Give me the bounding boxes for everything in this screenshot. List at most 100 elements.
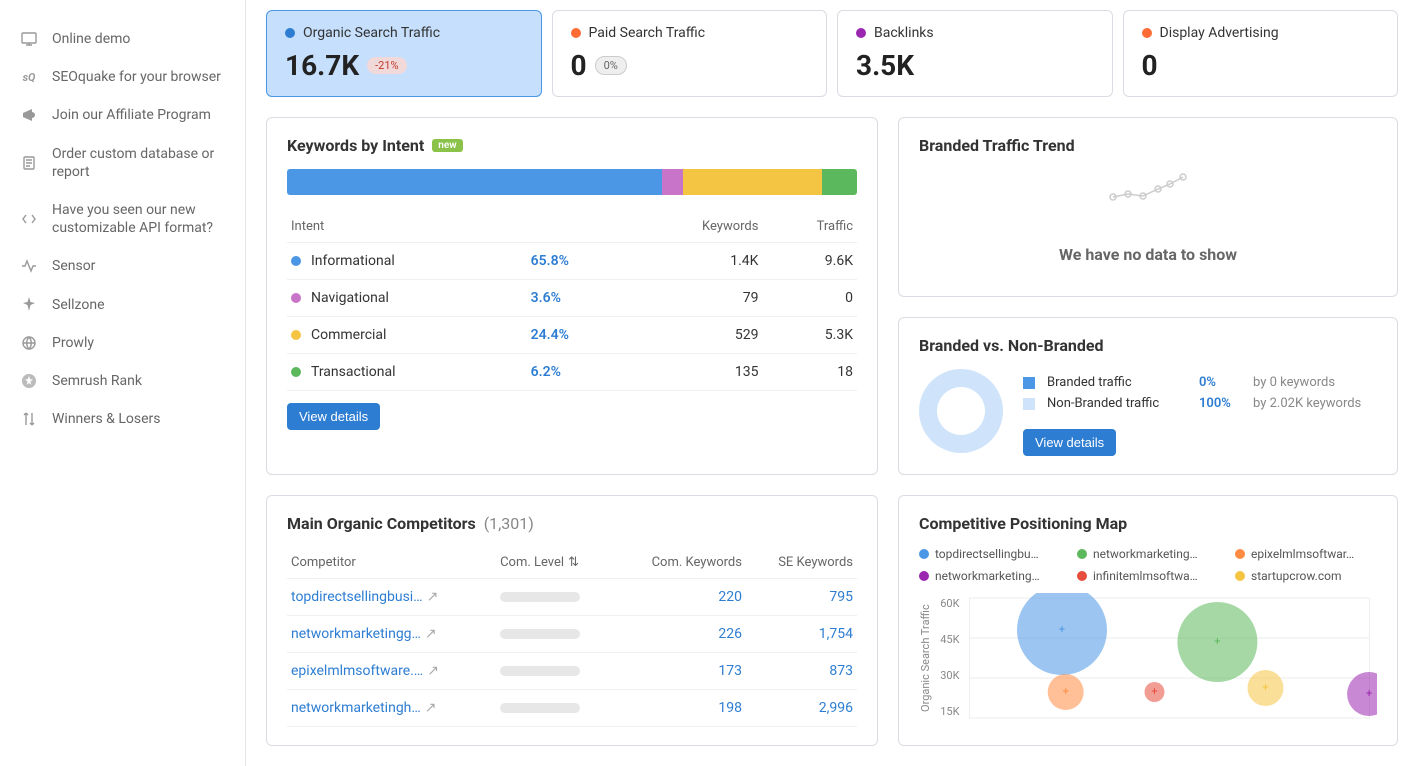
panels-row-1: Keywords by Intent new Intent Keywords T…: [266, 117, 1398, 475]
branded-trend-panel: Branded Traffic Trend We have no data to…: [898, 117, 1398, 297]
ytick: 45K: [940, 633, 959, 646]
sidebar-item-database[interactable]: Order custom database or report: [0, 135, 245, 191]
legend-item: topdirectsellingbu…: [919, 547, 1059, 561]
view-details-button[interactable]: View details: [1023, 429, 1116, 456]
sidebar-item-rank[interactable]: Semrush Rank: [0, 362, 245, 400]
sidebar-item-label: Prowly: [52, 334, 94, 352]
dot-icon: [291, 256, 301, 266]
intent-stacked-bar: [287, 169, 857, 195]
intent-keywords: 135: [625, 354, 762, 391]
bubble[interactable]: [1347, 672, 1377, 716]
intent-segment: [822, 169, 857, 195]
sidebar-item-online-demo[interactable]: Online demo: [0, 20, 245, 58]
keywords-intent-panel: Keywords by Intent new Intent Keywords T…: [266, 117, 878, 475]
new-badge: new: [432, 139, 462, 152]
dot-icon: [919, 549, 929, 559]
sidebar-item-affiliate[interactable]: Join our Affiliate Program: [0, 96, 245, 134]
external-link-icon[interactable]: ↗: [425, 700, 437, 716]
dot-icon: [571, 28, 581, 38]
metric-value: 3.5K: [856, 49, 914, 82]
intent-keywords: 1.4K: [625, 243, 762, 280]
brand-pct: 0%: [1199, 375, 1241, 390]
competitor-name[interactable]: topdirectsellingbusi…: [291, 589, 423, 605]
table-row: Transactional 6.2% 135 18: [287, 354, 857, 391]
sort-desc-icon: ⇅: [568, 555, 579, 570]
brand-label: Non-Branded traffic: [1047, 396, 1187, 411]
metric-value: 0: [571, 49, 587, 82]
brand-label: Branded traffic: [1047, 375, 1187, 390]
intent-table: Intent Keywords Traffic Informational 65…: [287, 211, 857, 391]
square-icon: [1023, 377, 1035, 389]
dot-icon: [1235, 571, 1245, 581]
external-link-icon[interactable]: ↗: [425, 626, 437, 642]
external-link-icon[interactable]: ↗: [427, 589, 439, 605]
panel-title-text: Branded Traffic Trend: [919, 136, 1075, 155]
legend-label: networkmarketing…: [1093, 547, 1198, 561]
dot-icon: [291, 330, 301, 340]
sidebar-item-sensor[interactable]: Sensor: [0, 247, 245, 285]
sidebar-item-label: Semrush Rank: [52, 372, 142, 390]
megaphone-icon: [20, 106, 38, 124]
competitors-table: Competitor Com. Level⇅ Com. Keywords SE …: [287, 547, 857, 727]
level-bar: [500, 629, 580, 639]
brand-row: Non-Branded traffic 100% by 2.02K keywor…: [1023, 396, 1377, 411]
external-link-icon[interactable]: ↗: [427, 663, 439, 679]
svg-text:+: +: [1063, 685, 1069, 698]
se-keywords[interactable]: 1,754: [819, 626, 853, 642]
panel-title-text: Competitive Positioning Map: [919, 514, 1127, 533]
intent-pct: 3.6%: [527, 280, 626, 317]
sidebar-item-winners[interactable]: Winners & Losers: [0, 400, 245, 438]
panel-title: Keywords by Intent new: [287, 136, 857, 155]
view-details-button[interactable]: View details: [287, 403, 380, 430]
sidebar-item-label: SEOquake for your browser: [52, 68, 221, 86]
metric-card[interactable]: Display Advertising 0: [1123, 10, 1399, 97]
intent-name: Transactional: [311, 364, 396, 380]
monitor-icon: [20, 30, 38, 48]
sidebar-item-api[interactable]: Have you seen our new customizable API f…: [0, 191, 245, 247]
intent-traffic: 9.6K: [762, 243, 857, 280]
sidebar-item-label: Sellzone: [52, 296, 105, 314]
level-bar: [500, 666, 580, 676]
dot-icon: [1077, 571, 1087, 581]
metric-card[interactable]: Paid Search Traffic 00%: [552, 10, 828, 97]
dot-icon: [285, 28, 295, 38]
code-icon: [20, 210, 38, 228]
legend-label: infinitemlmsoftwa…: [1093, 569, 1198, 583]
se-keywords[interactable]: 873: [829, 663, 853, 679]
main-content: Organic Search Traffic 16.7K-21%Paid Sea…: [246, 0, 1418, 766]
sidebar-item-label: Winners & Losers: [52, 410, 160, 428]
sidebar-item-prowly[interactable]: Prowly: [0, 324, 245, 362]
com-keywords[interactable]: 220: [718, 589, 742, 605]
metric-card[interactable]: Organic Search Traffic 16.7K-21%: [266, 10, 542, 97]
dot-icon: [1077, 549, 1087, 559]
com-keywords[interactable]: 226: [718, 626, 742, 642]
se-keywords[interactable]: 2,996: [819, 700, 853, 716]
level-bar: [500, 703, 580, 713]
th-level[interactable]: Com. Level⇅: [496, 547, 614, 579]
competitor-name[interactable]: epixelmlmsoftware.…: [291, 663, 423, 679]
metric-title-text: Organic Search Traffic: [303, 25, 440, 41]
metric-title-text: Display Advertising: [1160, 25, 1279, 41]
arrows-icon: [20, 410, 38, 428]
intent-pct: 65.8%: [527, 243, 626, 280]
globe-icon: [20, 334, 38, 352]
panel-title: Competitive Positioning Map: [919, 514, 1377, 533]
table-row: topdirectsellingbusi…↗ 220 795: [287, 579, 857, 616]
dot-icon: [919, 571, 929, 581]
se-keywords[interactable]: 795: [829, 589, 853, 605]
sidebar-item-seoquake[interactable]: sQ SEOquake for your browser: [0, 58, 245, 96]
panel-title: Main Organic Competitors (1,301): [287, 514, 857, 533]
com-keywords[interactable]: 173: [718, 663, 742, 679]
clipboard-icon: [20, 154, 38, 172]
competitor-name[interactable]: networkmarketingh…: [291, 700, 421, 716]
metric-cards-row: Organic Search Traffic 16.7K-21%Paid Sea…: [266, 10, 1398, 97]
sidebar-item-label: Have you seen our new customizable API f…: [52, 201, 225, 237]
competitor-name[interactable]: networkmarketingg…: [291, 626, 421, 642]
panel-title-text: Branded vs. Non-Branded: [919, 336, 1104, 355]
intent-traffic: 0: [762, 280, 857, 317]
competitors-panel: Main Organic Competitors (1,301) Competi…: [266, 495, 878, 746]
dot-icon: [1142, 28, 1152, 38]
com-keywords[interactable]: 198: [718, 700, 742, 716]
sidebar-item-sellzone[interactable]: Sellzone: [0, 286, 245, 324]
metric-card[interactable]: Backlinks 3.5K: [837, 10, 1113, 97]
